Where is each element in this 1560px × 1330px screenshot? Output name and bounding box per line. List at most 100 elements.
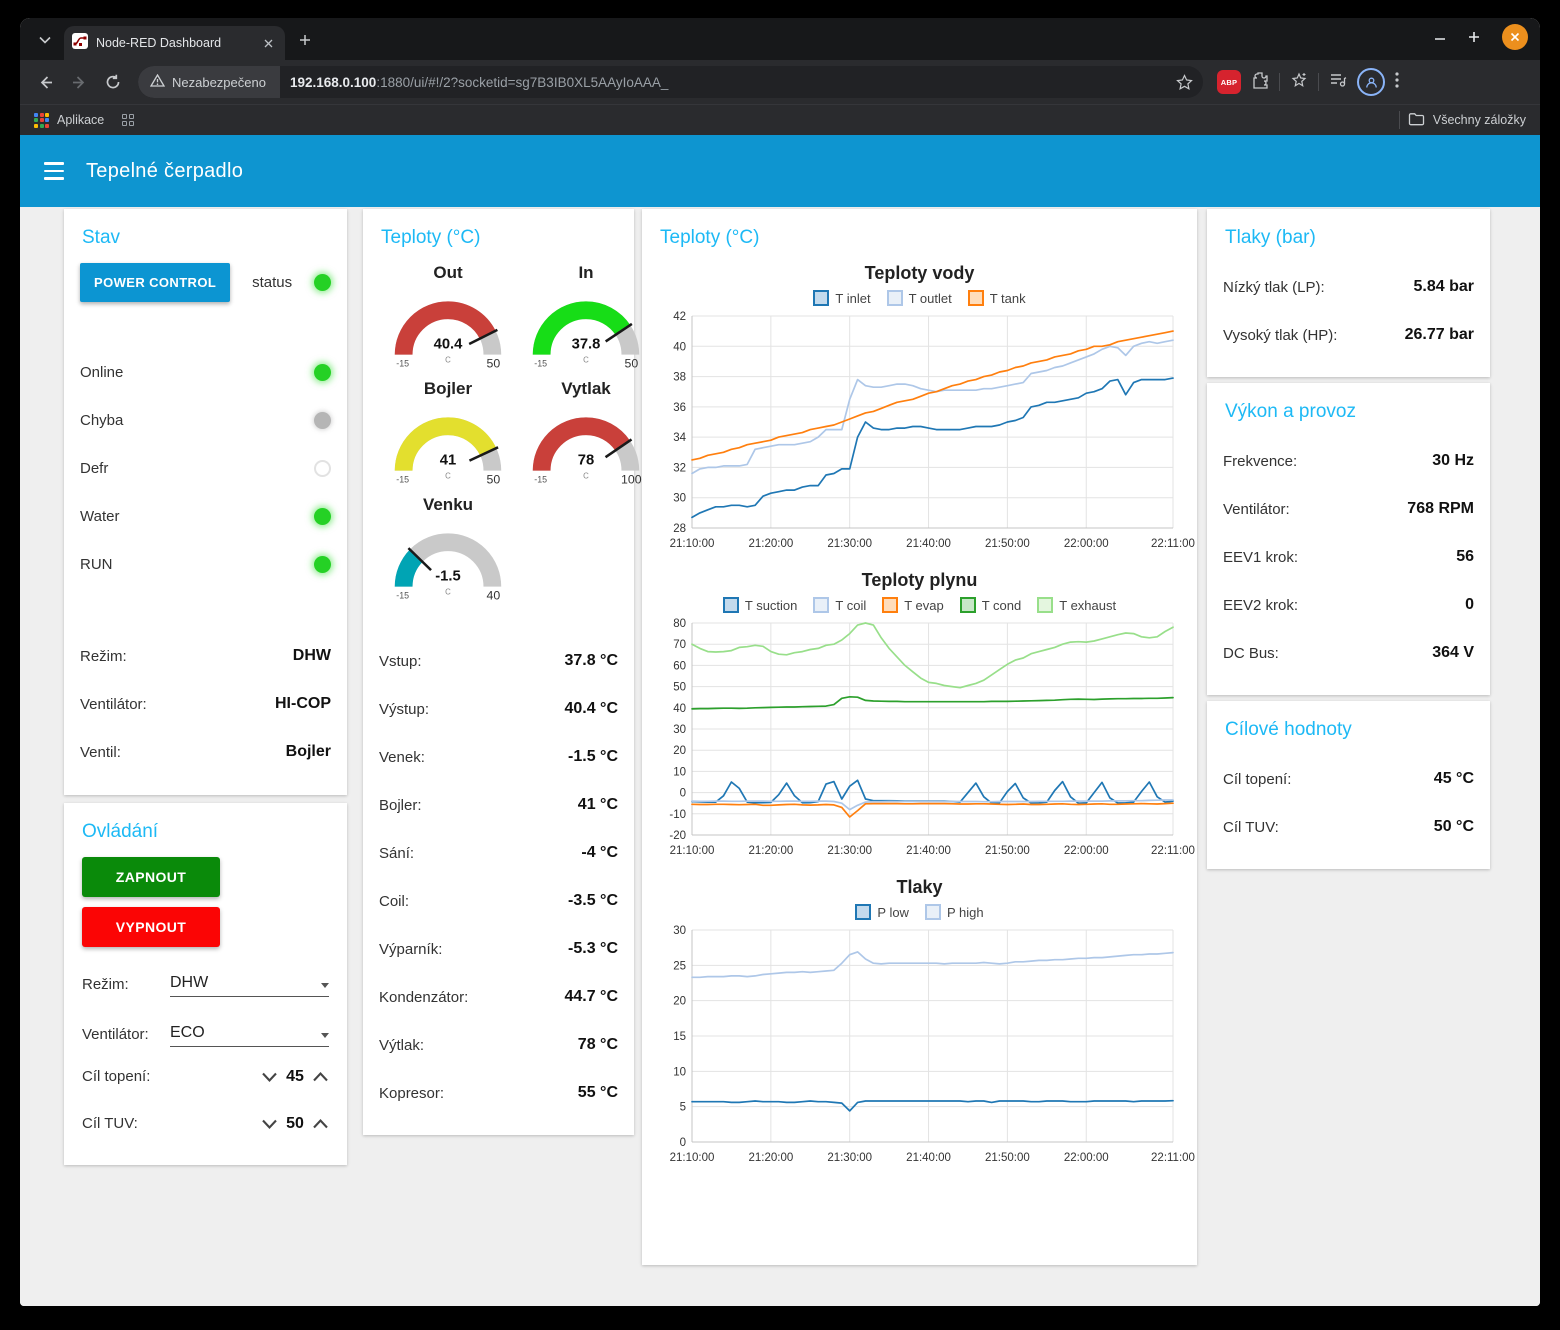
bookmark-apps-label[interactable]: Aplikace: [57, 113, 104, 127]
vypnout-button[interactable]: VYPNOUT: [82, 907, 220, 947]
rezim-select-value: DHW: [170, 974, 209, 991]
ventilator-select[interactable]: ECO: [170, 1024, 329, 1047]
decrement-chevron-icon[interactable]: [261, 1071, 278, 1083]
address-bar[interactable]: Nezabezpečeno 192.168.0.100:1880/ui/#!/2…: [138, 66, 1203, 98]
extensions-puzzle-icon[interactable]: [1251, 71, 1269, 94]
reading-list-icon[interactable]: [1329, 72, 1347, 93]
svg-text:21:50:00: 21:50:00: [985, 1152, 1030, 1164]
pressure-label: Vysoký tlak (HP):: [1223, 326, 1338, 344]
chart-title: Teploty vody: [864, 263, 975, 283]
svg-text:42: 42: [673, 311, 686, 323]
svg-text:50: 50: [486, 356, 500, 370]
sparkle-star-icon[interactable]: [1290, 71, 1308, 94]
legend-swatch-icon: [813, 290, 830, 306]
legend-item[interactable]: T suction: [722, 597, 797, 613]
security-chip[interactable]: Nezabezpečeno: [138, 66, 280, 98]
led-indicator: [314, 363, 331, 381]
legend-item[interactable]: T cond: [959, 597, 1021, 613]
gauge: Venku -1.5 C -15 40: [379, 495, 517, 603]
close-window-icon[interactable]: [1502, 24, 1528, 50]
svg-text:34: 34: [673, 432, 686, 444]
gauge-title: Vytlak: [561, 379, 611, 398]
led-label: Defr: [80, 459, 109, 477]
value-row: Frekvence: 30 Hz: [1223, 437, 1474, 485]
legend-label: P high: [946, 904, 984, 920]
legend-item[interactable]: P low: [855, 904, 909, 920]
gauge-arc: 37.8 C -15 50: [532, 301, 640, 370]
url-text[interactable]: 192.168.0.100:1880/ui/#!/2?socketid=sg7B…: [290, 75, 1170, 90]
svg-text:40: 40: [486, 588, 500, 602]
card-tlaky: Tlaky (bar) Nízký tlak (LP): 5.84 bar Vyso…: [1207, 209, 1490, 377]
minimize-icon[interactable]: [1434, 31, 1446, 43]
cil-tuv-stepper: Cíl TUV: 50: [82, 1100, 329, 1147]
svg-text:37.8: 37.8: [572, 337, 601, 353]
cil-topeni-label: Cíl topení:: [82, 1068, 151, 1085]
legend-item[interactable]: T evap: [882, 597, 944, 613]
svg-text:40.4: 40.4: [434, 337, 464, 353]
chart: Teploty plynu T suction T coil T evap T cond…: [658, 570, 1195, 867]
legend-item[interactable]: T coil: [813, 597, 866, 613]
power-control-button[interactable]: POWER CONTROL: [80, 263, 231, 302]
zapnout-button[interactable]: ZAPNOUT: [82, 857, 220, 897]
info-value: DHW: [292, 647, 331, 664]
svg-text:-15: -15: [396, 358, 409, 368]
gauge: Vytlak 78 C -15 100: [517, 379, 655, 487]
card-teploty-title: Teploty (°C): [381, 227, 481, 248]
decrement-chevron-icon[interactable]: [261, 1118, 278, 1130]
all-bookmarks-label[interactable]: Všechny záložky: [1433, 113, 1526, 127]
increment-chevron-icon[interactable]: [312, 1118, 329, 1130]
temp-value: -1.5 °C: [568, 748, 618, 765]
card-stav: Stav POWER CONTROL status Online Chyba Def…: [64, 209, 347, 795]
back-icon[interactable]: [30, 67, 60, 97]
svg-text:22:00:00: 22:00:00: [1064, 1152, 1109, 1164]
browser-tab[interactable]: Node-RED Dashboard: [64, 26, 285, 60]
gauge-title: Bojler: [423, 379, 473, 398]
profile-avatar-icon[interactable]: [1357, 68, 1385, 96]
increment-chevron-icon[interactable]: [312, 1071, 329, 1083]
temp-value: -5.3 °C: [568, 940, 618, 957]
svg-text:30: 30: [673, 925, 686, 937]
legend-swatch-icon: [722, 597, 739, 613]
value-row: Výtlak: 78 °C: [379, 1021, 618, 1069]
card-vykon-title: Výkon a provoz: [1225, 401, 1356, 422]
reload-icon[interactable]: [98, 67, 128, 97]
temp-value: 40.4 °C: [564, 700, 618, 717]
legend-item[interactable]: T outlet: [886, 290, 952, 306]
rezim-select[interactable]: DHW: [170, 974, 329, 997]
menu-kebab-icon[interactable]: [1395, 71, 1399, 93]
value-row: Vysoký tlak (HP): 26.77 bar: [1223, 311, 1474, 359]
svg-text:21:10:00: 21:10:00: [670, 845, 715, 857]
legend-swatch-icon: [924, 904, 941, 920]
svg-text:30: 30: [673, 724, 686, 736]
hamburger-menu-icon[interactable]: [44, 162, 64, 180]
led-indicator: [314, 555, 331, 573]
svg-text:15: 15: [673, 1031, 686, 1043]
legend-item[interactable]: P high: [924, 904, 984, 920]
perf-label: Ventilátor:: [1223, 500, 1290, 518]
tab-close-icon[interactable]: [259, 34, 277, 52]
svg-text:22:11:00: 22:11:00: [1151, 845, 1195, 857]
maximize-icon[interactable]: [1468, 31, 1480, 43]
temp-label: Výtlak:: [379, 1036, 425, 1054]
legend-item[interactable]: T tank: [967, 290, 1026, 306]
svg-text:-15: -15: [396, 590, 409, 600]
forward-icon[interactable]: [64, 67, 94, 97]
target-label: Cíl TUV:: [1223, 818, 1279, 836]
temp-label: Sání:: [379, 844, 415, 862]
value-row: Ventilátor: 768 RPM: [1223, 485, 1474, 533]
svg-text:78: 78: [578, 453, 594, 469]
legend-item[interactable]: T inlet: [813, 290, 871, 306]
svg-text:21:30:00: 21:30:00: [827, 1152, 872, 1164]
app-header: Tepelné čerpadlo: [20, 135, 1540, 207]
dashboard-bookmark-icon[interactable]: [122, 114, 135, 126]
new-tab-button[interactable]: [291, 26, 319, 54]
temp-value: 78 °C: [577, 1036, 618, 1053]
svg-text:22:11:00: 22:11:00: [1151, 538, 1195, 550]
power-row: POWER CONTROL status: [80, 263, 331, 302]
tab-search-button[interactable]: [30, 25, 60, 55]
bookmark-star-icon[interactable]: [1176, 73, 1193, 91]
legend-swatch-icon: [959, 597, 976, 613]
apps-grid-icon[interactable]: [34, 112, 49, 128]
legend-item[interactable]: T exhaust: [1037, 597, 1116, 613]
adblock-icon[interactable]: ABP: [1217, 70, 1241, 94]
